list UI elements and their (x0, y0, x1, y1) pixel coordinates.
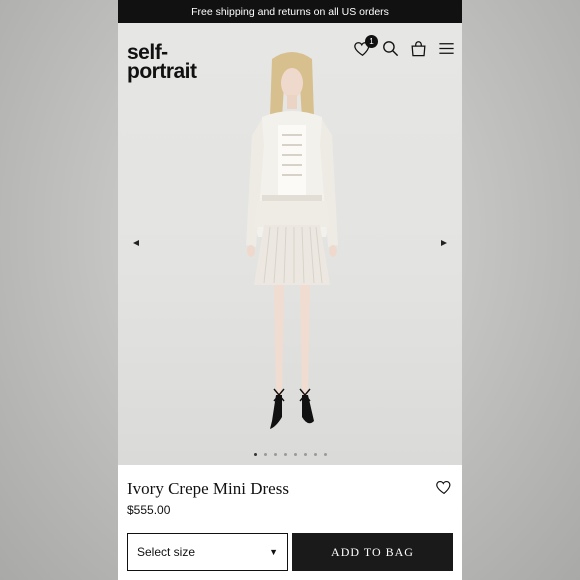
header-icons: 1 (353, 35, 456, 58)
phone-screen: Free shipping and returns on all US orde… (118, 0, 462, 580)
pagination-dot[interactable] (273, 453, 277, 456)
arrow-right-icon[interactable] (440, 239, 448, 247)
size-select-label: Select size (137, 545, 196, 559)
size-select[interactable]: Select size ▼ (127, 533, 288, 571)
product-title: Ivory Crepe Mini Dress (127, 479, 289, 498)
menu-button[interactable] (437, 39, 456, 58)
add-to-wishlist-heart-icon[interactable] (435, 478, 453, 496)
pagination-dot[interactable] (263, 453, 267, 456)
menu-icon (439, 43, 454, 54)
promo-text: Free shipping and returns on all US orde… (191, 5, 389, 18)
product-gallery[interactable]: self- portrait 1 (118, 23, 462, 465)
gallery-pagination[interactable] (118, 453, 462, 456)
pagination-dot[interactable] (253, 453, 257, 456)
caret-down-icon: ▼ (269, 547, 278, 557)
logo-line-2: portrait (127, 60, 197, 83)
bag-button[interactable] (409, 39, 428, 58)
product-price: $555.00 (127, 503, 171, 517)
product-info: Ivory Crepe Mini Dress $555.00 Select si… (118, 465, 462, 580)
pagination-dot[interactable] (303, 453, 307, 456)
search-button[interactable] (381, 39, 400, 58)
product-image (246, 52, 338, 429)
wishlist-count-badge: 1 (365, 35, 378, 48)
pagination-dot[interactable] (293, 453, 297, 456)
bag-icon (411, 41, 426, 57)
search-icon (383, 41, 399, 57)
pagination-dot[interactable] (283, 453, 287, 456)
pagination-dot[interactable] (313, 453, 317, 456)
add-to-bag-button[interactable]: ADD TO BAG (292, 533, 453, 571)
arrow-left-icon[interactable] (132, 239, 140, 247)
pagination-dot[interactable] (323, 453, 327, 456)
promo-bar: Free shipping and returns on all US orde… (118, 0, 462, 23)
brand-logo[interactable]: self- portrait (127, 42, 197, 83)
